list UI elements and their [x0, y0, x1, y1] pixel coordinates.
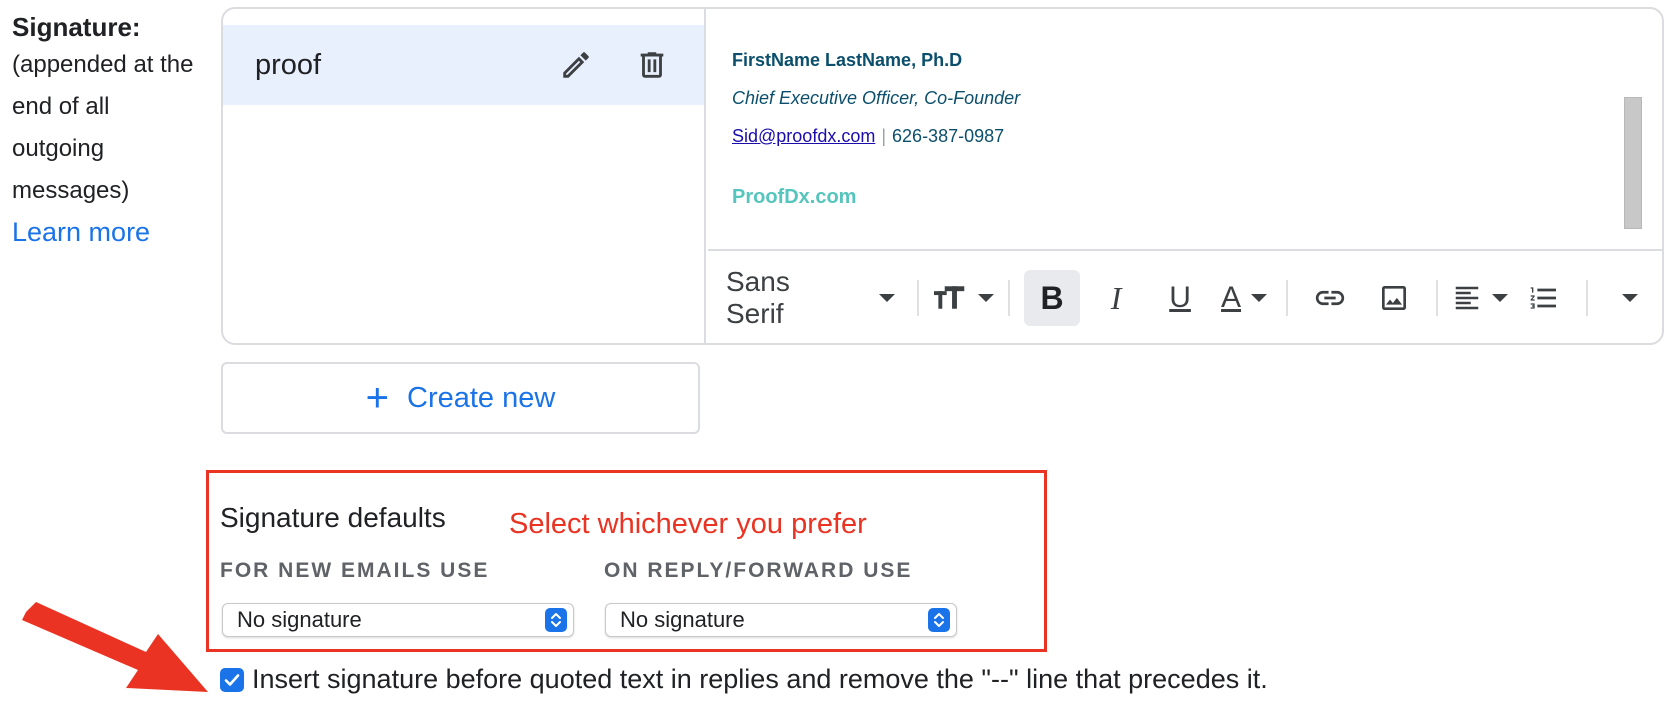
plus-icon: +	[365, 376, 390, 420]
chevron-down-icon	[1251, 294, 1268, 302]
toolbar-divider	[916, 280, 919, 316]
insert-before-quoted-checkbox[interactable]	[220, 667, 244, 692]
underline-button[interactable]: U	[1152, 270, 1208, 326]
reply-forward-signature-select[interactable]: No signature	[605, 603, 957, 637]
image-icon	[1382, 286, 1407, 310]
new-emails-select-value: No signature	[237, 607, 362, 632]
signature-editor[interactable]: FirstName LastName, Ph.D Chief Executive…	[708, 9, 1662, 249]
select-stepper-icon	[545, 608, 567, 632]
new-emails-label: FOR NEW EMAILS USE	[220, 559, 490, 582]
font-size-button[interactable]	[933, 270, 995, 326]
chevron-down-icon	[878, 294, 895, 302]
signature-description-line: outgoing	[12, 135, 105, 162]
signature-description-line: (appended at the	[12, 51, 194, 78]
numbered-list-button[interactable]	[1516, 270, 1572, 326]
reply-forward-select-value: No signature	[620, 607, 745, 632]
select-stepper-icon	[928, 608, 950, 632]
editor-scrollbar-thumb[interactable]	[1624, 97, 1642, 229]
checkmark-icon	[224, 673, 240, 686]
signature-contact-line: Sid@proofdx.com | 626-387-0987	[732, 125, 1020, 147]
text-size-icon	[933, 286, 965, 309]
toolbar-divider	[1436, 280, 1438, 316]
contact-separator: |	[881, 126, 887, 146]
trash-icon	[640, 52, 664, 78]
bold-button[interactable]: B	[1024, 270, 1081, 326]
underline-icon: U	[1169, 281, 1191, 314]
signature-heading: Signature:	[12, 12, 141, 42]
reply-forward-label: ON REPLY/FORWARD USE	[604, 559, 913, 582]
numbered-list-icon	[1530, 287, 1556, 309]
new-emails-signature-select[interactable]: No signature	[222, 603, 574, 637]
signature-name: proof	[255, 48, 322, 81]
insert-link-button[interactable]	[1302, 270, 1358, 326]
annotation-text: Select whichever you prefer	[509, 508, 867, 540]
font-family-dropdown[interactable]: Sans Serif	[726, 266, 895, 330]
pencil-icon	[563, 52, 589, 78]
toolbar-divider	[1586, 280, 1588, 316]
link-icon	[1315, 290, 1345, 306]
toolbar-divider	[1286, 280, 1289, 316]
font-family-value: Sans Serif	[726, 266, 790, 329]
chevron-down-icon	[978, 294, 995, 302]
chevron-down-icon	[1492, 294, 1508, 302]
signature-person-role: Chief Executive Officer, Co-Founder	[732, 88, 1021, 108]
signature-label-column: Signature: (appended at the end of all o…	[12, 10, 212, 252]
more-formatting-button[interactable]	[1602, 270, 1658, 326]
italic-button[interactable]: I	[1088, 270, 1144, 326]
insert-image-button[interactable]	[1366, 270, 1422, 326]
toolbar-divider	[1008, 280, 1011, 316]
align-button[interactable]	[1452, 270, 1508, 326]
insert-before-quoted-label: Insert signature before quoted text in r…	[252, 664, 1268, 694]
signature-description-line: messages)	[12, 177, 130, 204]
signature-person-name: FirstName LastName, Ph.D	[732, 50, 963, 70]
signature-brand-text: ProofDx.com	[732, 186, 857, 208]
italic-icon: I	[1110, 279, 1122, 316]
delete-signature-button[interactable]	[632, 45, 672, 85]
learn-more-link[interactable]: Learn more	[12, 212, 212, 252]
signature-list: proof	[223, 9, 706, 343]
signature-phone: 626-387-0987	[892, 126, 1005, 146]
annotation-arrow-icon	[22, 602, 208, 692]
text-color-icon: A	[1221, 281, 1242, 314]
insert-before-quoted-option: Insert signature before quoted text in r…	[220, 664, 1268, 695]
text-color-button[interactable]: A	[1216, 270, 1272, 326]
create-new-button[interactable]: + Create new	[221, 362, 700, 434]
create-new-label: Create new	[407, 381, 556, 414]
signature-content: FirstName LastName, Ph.D Chief Executive…	[732, 49, 1020, 209]
signature-defaults-title: Signature defaults	[220, 502, 446, 533]
align-left-icon	[1455, 286, 1479, 310]
signature-description-line: end of all	[12, 93, 110, 120]
signature-panel: proof FirstName LastName, Ph.D Chief Exe…	[221, 7, 1664, 345]
signature-list-item[interactable]: proof	[223, 25, 704, 105]
formatting-toolbar: Sans Serif B I U A	[708, 249, 1662, 343]
bold-icon: B	[1040, 279, 1064, 316]
edit-signature-button[interactable]	[556, 45, 596, 85]
chevron-down-icon	[1621, 294, 1638, 302]
signature-email-link[interactable]: Sid@proofdx.com	[732, 126, 875, 146]
